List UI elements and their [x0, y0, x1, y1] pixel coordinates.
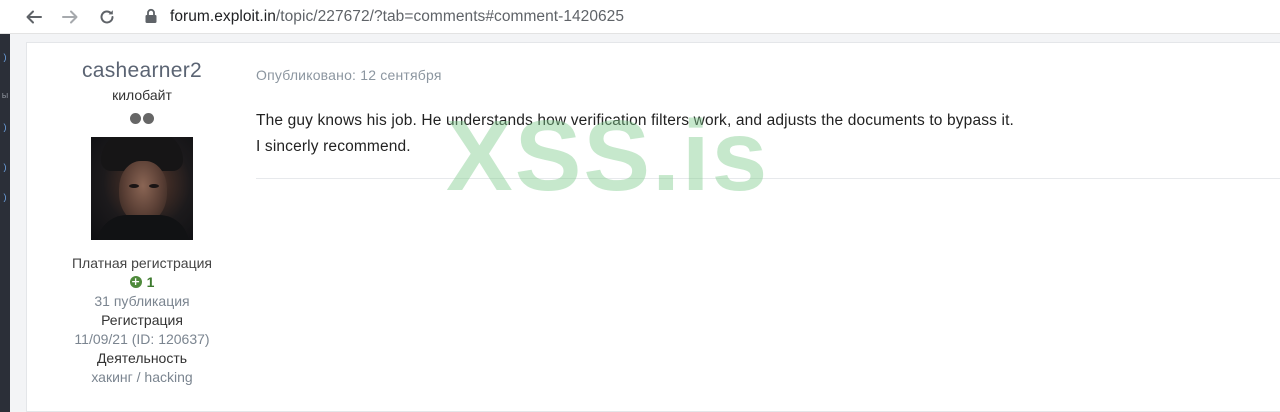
url-host: forum.exploit.in: [170, 8, 276, 25]
activity-value: хакинг / hacking: [91, 369, 193, 385]
rank-pips: [27, 112, 257, 124]
author-panel: cashearner2 килобайт Платная регистрация…: [27, 59, 257, 385]
reload-icon: [100, 10, 114, 24]
registration-label: Регистрация: [101, 312, 183, 328]
comment-card: cashearner2 килобайт Платная регистрация…: [26, 42, 1280, 412]
avatar-eye: [149, 184, 159, 188]
published-date[interactable]: Опубликовано: 12 сентября: [256, 67, 442, 83]
forum-page: cashearner2 килобайт Платная регистрация…: [10, 34, 1280, 412]
avatar-face: [119, 161, 167, 223]
lock-icon[interactable]: [144, 8, 158, 24]
avatar-body: [97, 215, 189, 240]
comment-line: The guy knows his job. He understands ho…: [256, 112, 1014, 129]
strip-glyph: ): [3, 52, 7, 62]
reputation: + 1: [27, 274, 257, 290]
strip-glyph: ): [3, 122, 7, 132]
author-avatar[interactable]: [91, 137, 193, 240]
author-name[interactable]: cashearner2: [27, 59, 257, 83]
strip-glyph: ): [3, 192, 7, 202]
registration-value: 11/09/21 (ID: 120637): [74, 331, 210, 347]
forward-button[interactable]: [58, 5, 82, 29]
reputation-count: 1: [146, 274, 155, 290]
browser-toolbar: forum.exploit.in/topic/227672/?tab=comme…: [0, 0, 1280, 34]
author-group: Платная регистрация: [71, 255, 212, 271]
strip-glyph: ы: [1, 90, 9, 100]
rank-pip: [130, 112, 141, 124]
strip-glyph: ): [3, 162, 7, 172]
avatar-eye: [129, 184, 139, 188]
url-path: /topic/227672/?tab=comments#comment-1420…: [275, 8, 625, 25]
rank-pip: [143, 112, 154, 124]
back-button[interactable]: [22, 5, 46, 29]
activity-label: Деятельность: [96, 350, 188, 366]
reload-button[interactable]: [95, 5, 119, 29]
author-rank: килобайт: [112, 87, 172, 103]
address-bar[interactable]: forum.exploit.in/topic/227672/?tab=comme…: [170, 8, 624, 26]
background-window-edge: s ) ы ) ) ): [0, 34, 10, 412]
author-posts[interactable]: 31 публикация: [27, 293, 257, 309]
comment-divider: [256, 178, 1280, 179]
plus-circle-icon: +: [129, 275, 142, 288]
comment-body: The guy knows his job. He understands ho…: [256, 108, 1246, 160]
arrow-left-icon: [26, 10, 42, 24]
comment-line: I sincerly recommend.: [256, 138, 411, 155]
arrow-right-icon: [62, 10, 78, 24]
